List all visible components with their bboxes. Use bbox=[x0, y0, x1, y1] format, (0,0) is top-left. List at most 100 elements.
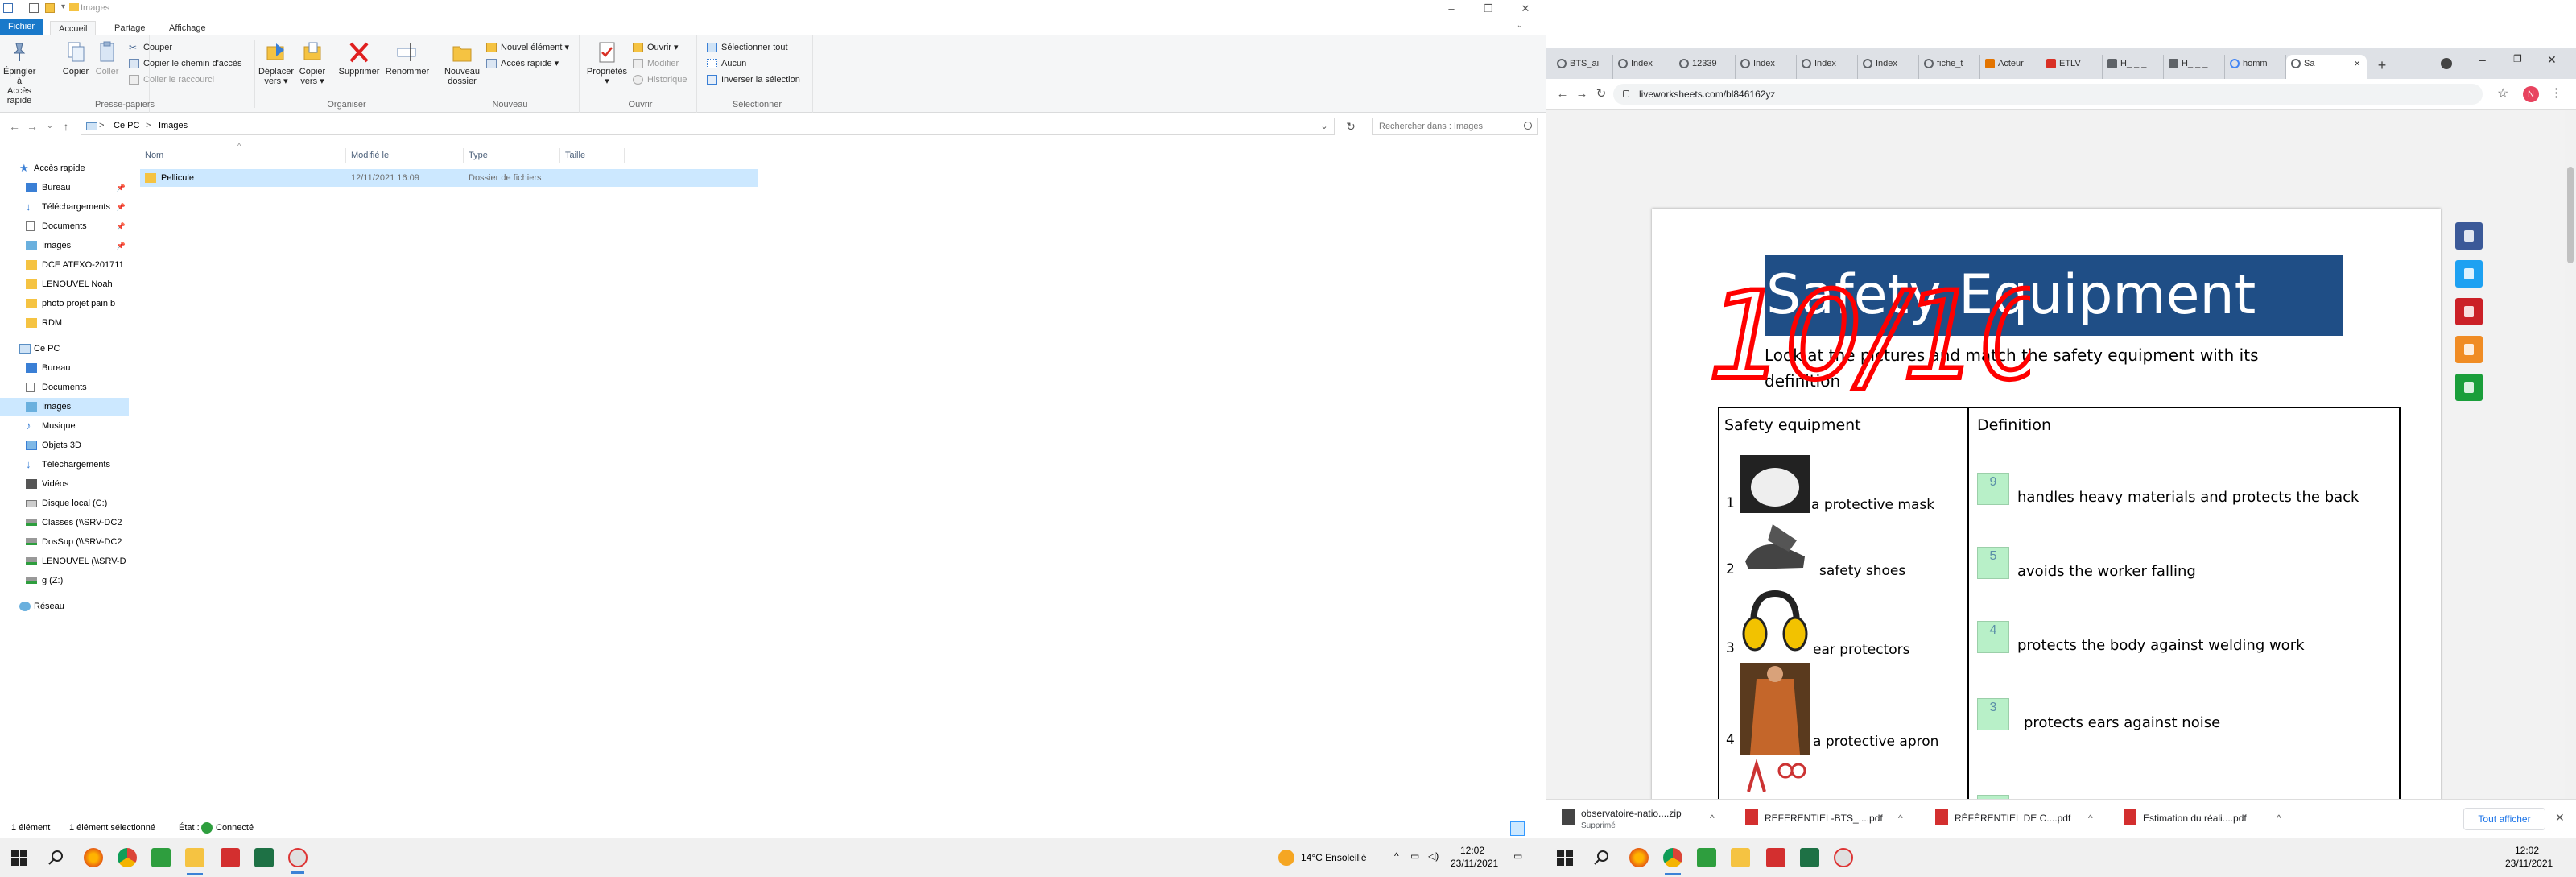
recent-locations-chevron-icon[interactable]: ⌄ bbox=[42, 119, 58, 134]
minimize-button[interactable]: – bbox=[1433, 0, 1470, 18]
paste-button[interactable]: Coller bbox=[93, 40, 121, 77]
chrome-icon[interactable] bbox=[1663, 848, 1682, 875]
tab-partage[interactable]: Partage bbox=[106, 21, 154, 35]
volume-icon[interactable]: ◁) bbox=[1428, 850, 1439, 862]
browser-tab[interactable]: ETLV bbox=[2041, 55, 2103, 79]
new-item-button[interactable]: Nouvel élément ▾ bbox=[485, 40, 569, 55]
excel-icon[interactable] bbox=[1800, 848, 1819, 867]
search-icon[interactable] bbox=[1592, 848, 1612, 867]
twitter-share-button[interactable] bbox=[2455, 260, 2483, 288]
properties-button[interactable]: Propriétés ▾ bbox=[584, 40, 630, 86]
move-to-button[interactable]: Déplacer vers ▾ bbox=[258, 40, 295, 86]
nav-quick-folder[interactable]: photo projet pain b bbox=[0, 295, 129, 312]
chrome-icon[interactable] bbox=[118, 848, 137, 867]
easy-access-button[interactable]: Accès rapide ▾ bbox=[485, 56, 559, 71]
copy-button[interactable]: Copier bbox=[61, 40, 90, 77]
answer-box[interactable]: 4 bbox=[1977, 621, 2009, 653]
nav-pc-images[interactable]: Images bbox=[0, 398, 129, 416]
copy-to-button[interactable]: Copier vers ▾ bbox=[295, 40, 330, 86]
browser-tab[interactable]: Index bbox=[1736, 55, 1797, 79]
delete-button[interactable]: Supprimer bbox=[335, 40, 383, 77]
browser-tab[interactable]: Index bbox=[1858, 55, 1919, 79]
quick-access-toolbar-dropdown-icon[interactable]: ▾ bbox=[61, 2, 65, 11]
cut-button[interactable]: ✂ Couper bbox=[127, 40, 172, 55]
ribbon-expand-icon[interactable]: ⌄ bbox=[1517, 21, 1523, 30]
search-input[interactable]: Rechercher dans : Images bbox=[1372, 118, 1538, 135]
column-header-modified[interactable]: Modifié le bbox=[346, 148, 464, 163]
acrobat-icon[interactable] bbox=[1766, 848, 1785, 867]
browser-tab-active[interactable]: Sa × bbox=[2286, 55, 2367, 79]
select-none-button[interactable]: Aucun bbox=[705, 56, 746, 71]
close-downloads-icon[interactable]: ✕ bbox=[2555, 811, 2565, 825]
properties-quick-icon[interactable] bbox=[29, 3, 39, 13]
reload-icon[interactable]: ↻ bbox=[1592, 85, 1610, 103]
tab-accueil[interactable]: Accueil bbox=[50, 21, 97, 35]
nav-pc-network-drive[interactable]: LENOUVEL (\\SRV-D bbox=[0, 552, 129, 570]
app-icon[interactable] bbox=[288, 848, 308, 874]
bookmark-star-icon[interactable]: ☆ bbox=[2497, 85, 2508, 101]
restore-button[interactable]: ❐ bbox=[2513, 53, 2522, 64]
network-tray-icon[interactable]: ▭ bbox=[1410, 850, 1419, 862]
browser-tab[interactable]: BTS_ai bbox=[1552, 55, 1613, 79]
copy-path-button[interactable]: Copier le chemin d'accès bbox=[127, 56, 242, 71]
file-explorer-taskbar-icon[interactable] bbox=[1731, 848, 1750, 867]
answer-box[interactable]: 3 bbox=[1977, 698, 2009, 730]
refresh-icon[interactable]: ↻ bbox=[1340, 118, 1362, 135]
green-app-icon[interactable] bbox=[1697, 848, 1716, 867]
windows-start-icon[interactable] bbox=[10, 848, 29, 867]
download-item[interactable]: Estimation du réali....pdf bbox=[2120, 809, 2247, 835]
close-button[interactable]: ✕ bbox=[1507, 0, 1544, 18]
new-tab-button[interactable]: + bbox=[2373, 56, 2391, 74]
download-item[interactable]: REFERENTIEL-BTS_....pdf bbox=[1742, 809, 1883, 835]
nav-quick-documents[interactable]: Documents 📌 bbox=[0, 217, 129, 235]
new-folder-button[interactable]: Nouveau dossier bbox=[441, 40, 483, 86]
nav-quick-access[interactable]: ★ Accès rapide bbox=[0, 159, 129, 177]
tab-affichage[interactable]: Affichage bbox=[161, 21, 214, 35]
nav-pc-videos[interactable]: Vidéos bbox=[0, 475, 129, 493]
clock-date[interactable]: 23/11/2021 bbox=[2505, 858, 2553, 869]
nav-quick-folder[interactable]: RDM bbox=[0, 314, 129, 332]
scrollbar-thumb[interactable] bbox=[2567, 167, 2574, 263]
app-icon[interactable] bbox=[1834, 848, 1853, 867]
invert-selection-button[interactable]: Inverser la sélection bbox=[705, 72, 800, 87]
chevron-up-icon[interactable]: ^ bbox=[2277, 813, 2281, 824]
details-view-button[interactable] bbox=[1510, 821, 1525, 836]
firefox-icon[interactable] bbox=[1629, 848, 1649, 867]
maximize-button[interactable]: ❐ bbox=[1470, 0, 1507, 18]
clock-time[interactable]: 12:02 bbox=[1460, 845, 1484, 856]
excel-icon[interactable] bbox=[254, 848, 274, 867]
windows-start-icon[interactable] bbox=[1555, 848, 1575, 867]
nav-pc-network-drive[interactable]: Classes (\\SRV-DC2 bbox=[0, 514, 129, 532]
weather-text[interactable]: 14°C Ensoleillé bbox=[1301, 852, 1367, 863]
browser-tab[interactable]: Acteur bbox=[1980, 55, 2041, 79]
nav-quick-images[interactable]: Images 📌 bbox=[0, 237, 129, 254]
browser-tab[interactable]: H_ _ _ bbox=[2164, 55, 2225, 79]
download-item[interactable]: RÉFÉRENTIEL DE C....pdf bbox=[1932, 809, 2070, 835]
column-header-size[interactable]: Taille bbox=[560, 148, 625, 163]
address-input[interactable]: > Ce PC > Images ⌄ bbox=[80, 118, 1335, 135]
address-history-chevron-icon[interactable]: ⌄ bbox=[1315, 118, 1334, 134]
nav-quick-bureau[interactable]: Bureau 📌 bbox=[0, 179, 129, 196]
search-icon[interactable] bbox=[47, 848, 66, 867]
facebook-share-button[interactable] bbox=[2455, 222, 2483, 250]
answer-box[interactable]: 5 bbox=[1977, 547, 2009, 579]
open-button[interactable]: Ouvrir ▾ bbox=[631, 40, 679, 55]
blogger-share-button[interactable] bbox=[2455, 336, 2483, 363]
tray-chevron-icon[interactable]: ^ bbox=[1394, 850, 1399, 862]
clock-date[interactable]: 23/11/2021 bbox=[1451, 858, 1498, 869]
up-arrow-icon[interactable]: ↑ bbox=[58, 119, 74, 134]
kebab-menu-icon[interactable]: ⋮ bbox=[2550, 85, 2562, 100]
file-explorer-taskbar-icon[interactable] bbox=[185, 848, 204, 875]
pin-quick-access-button[interactable]: Épingler à Accès rapide bbox=[3, 40, 35, 105]
chevron-up-icon[interactable]: ^ bbox=[1898, 813, 1903, 824]
history-button[interactable]: Historique bbox=[631, 72, 687, 87]
modify-button[interactable]: Modifier bbox=[631, 56, 679, 71]
pinterest-share-button[interactable] bbox=[2455, 298, 2483, 325]
answer-box[interactable]: 9 bbox=[1977, 473, 2009, 505]
firefox-icon[interactable] bbox=[84, 848, 103, 867]
nav-quick-telechargements[interactable]: ↓ Téléchargements 📌 bbox=[0, 198, 129, 216]
nav-pc-objets-3d[interactable]: Objets 3D bbox=[0, 436, 129, 454]
url-bar[interactable]: liveworksheets.com/bl846162yz bbox=[1613, 84, 2483, 105]
back-arrow-icon[interactable]: ← bbox=[6, 119, 23, 134]
classroom-share-button[interactable] bbox=[2455, 374, 2483, 401]
